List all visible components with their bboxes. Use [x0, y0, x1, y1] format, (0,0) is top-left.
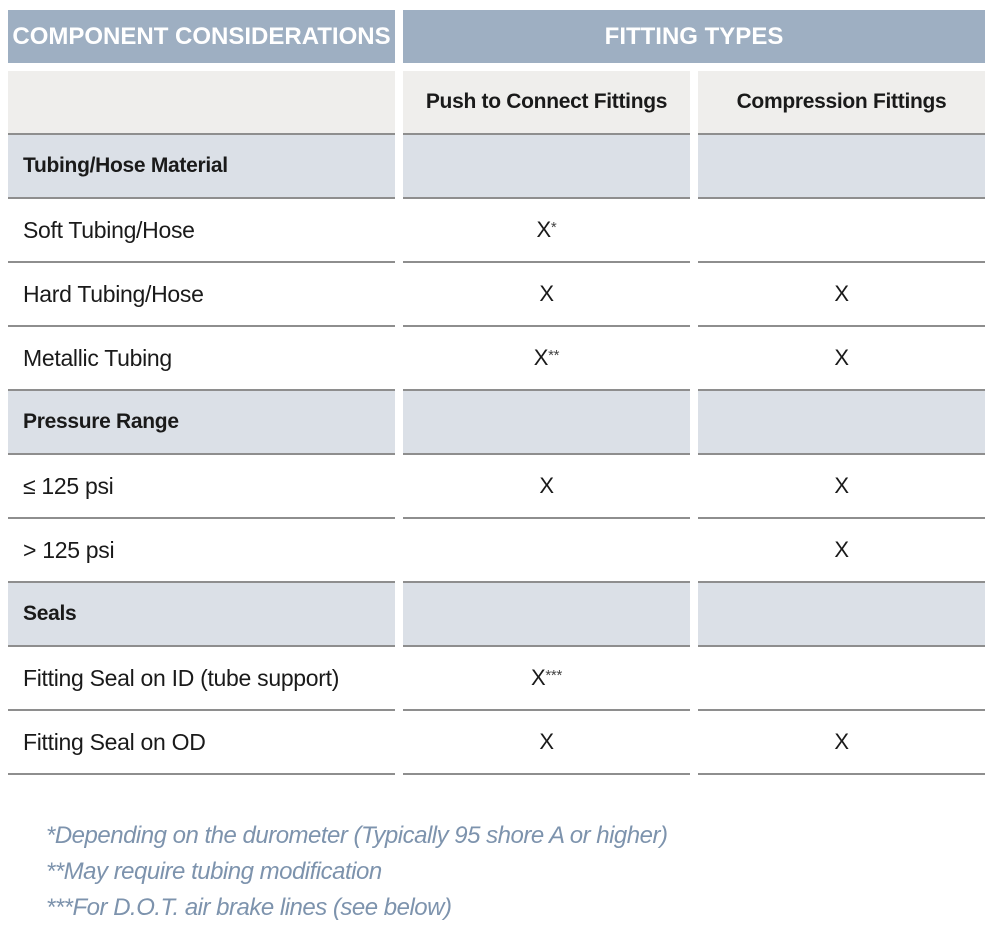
compression-mark: X — [698, 327, 985, 391]
fitting-types-header: FITTING TYPES — [403, 10, 985, 63]
push-to-connect-mark — [403, 519, 690, 583]
component-considerations-header: COMPONENT CONSIDERATIONS — [8, 10, 395, 63]
check-mark-x: X — [536, 217, 552, 242]
section-compression-cell — [698, 583, 985, 647]
footnote-reference: *** — [545, 666, 562, 684]
column-header-compression: Compression Fittings — [698, 71, 985, 135]
push-to-connect-mark: X — [403, 455, 690, 519]
check-mark-x: X — [539, 473, 554, 498]
section-label-seals: Seals — [8, 583, 395, 647]
footnote-reference: * — [550, 218, 557, 236]
section-label-pressure-range: Pressure Range — [8, 391, 395, 455]
section-compression-cell — [698, 391, 985, 455]
section-push-cell — [403, 135, 690, 199]
row-label: Soft Tubing/Hose — [8, 199, 395, 263]
section-push-cell — [403, 583, 690, 647]
check-mark-x: X — [834, 473, 849, 498]
footnote-reference: ** — [548, 346, 560, 364]
row-label: Metallic Tubing — [8, 327, 395, 391]
push-to-connect-mark: X *** — [403, 647, 690, 711]
section-push-cell — [403, 391, 690, 455]
footnote-triple-asterisk: ***For D.O.T. air brake lines (see below… — [46, 894, 452, 921]
push-to-connect-mark: X — [403, 263, 690, 327]
push-to-connect-mark: X ** — [403, 327, 690, 391]
check-mark-x: X — [834, 345, 849, 370]
compression-mark: X — [698, 519, 985, 583]
check-mark-x: X — [834, 281, 849, 306]
check-mark-x: X — [533, 345, 549, 370]
section-label-tubing-hose-material: Tubing/Hose Material — [8, 135, 395, 199]
compression-mark: X — [698, 455, 985, 519]
subheader-blank — [8, 71, 395, 135]
check-mark-x: X — [539, 281, 554, 306]
check-mark-x: X — [834, 729, 849, 754]
row-label: Hard Tubing/Hose — [8, 263, 395, 327]
footnote-single-asterisk: *Depending on the durometer (Typically 9… — [46, 822, 668, 849]
row-label: > 125 psi — [8, 519, 395, 583]
compression-mark: X — [698, 263, 985, 327]
compression-mark — [698, 647, 985, 711]
fitting-comparison-table: COMPONENT CONSIDERATIONS FITTING TYPES P… — [8, 10, 985, 775]
push-to-connect-mark: X * — [403, 199, 690, 263]
row-label: ≤ 125 psi — [8, 455, 395, 519]
footnote-double-asterisk: **May require tubing modification — [46, 858, 382, 885]
row-label: Fitting Seal on OD — [8, 711, 395, 775]
compression-mark: X — [698, 711, 985, 775]
row-label: Fitting Seal on ID (tube support) — [8, 647, 395, 711]
check-mark-x: X — [539, 729, 554, 754]
push-to-connect-mark: X — [403, 711, 690, 775]
footnotes: *Depending on the durometer (Typically 9… — [46, 818, 668, 926]
section-compression-cell — [698, 135, 985, 199]
compression-mark — [698, 199, 985, 263]
check-mark-x: X — [531, 665, 546, 690]
column-header-push-to-connect: Push to Connect Fittings — [403, 71, 690, 135]
check-mark-x: X — [834, 537, 849, 562]
